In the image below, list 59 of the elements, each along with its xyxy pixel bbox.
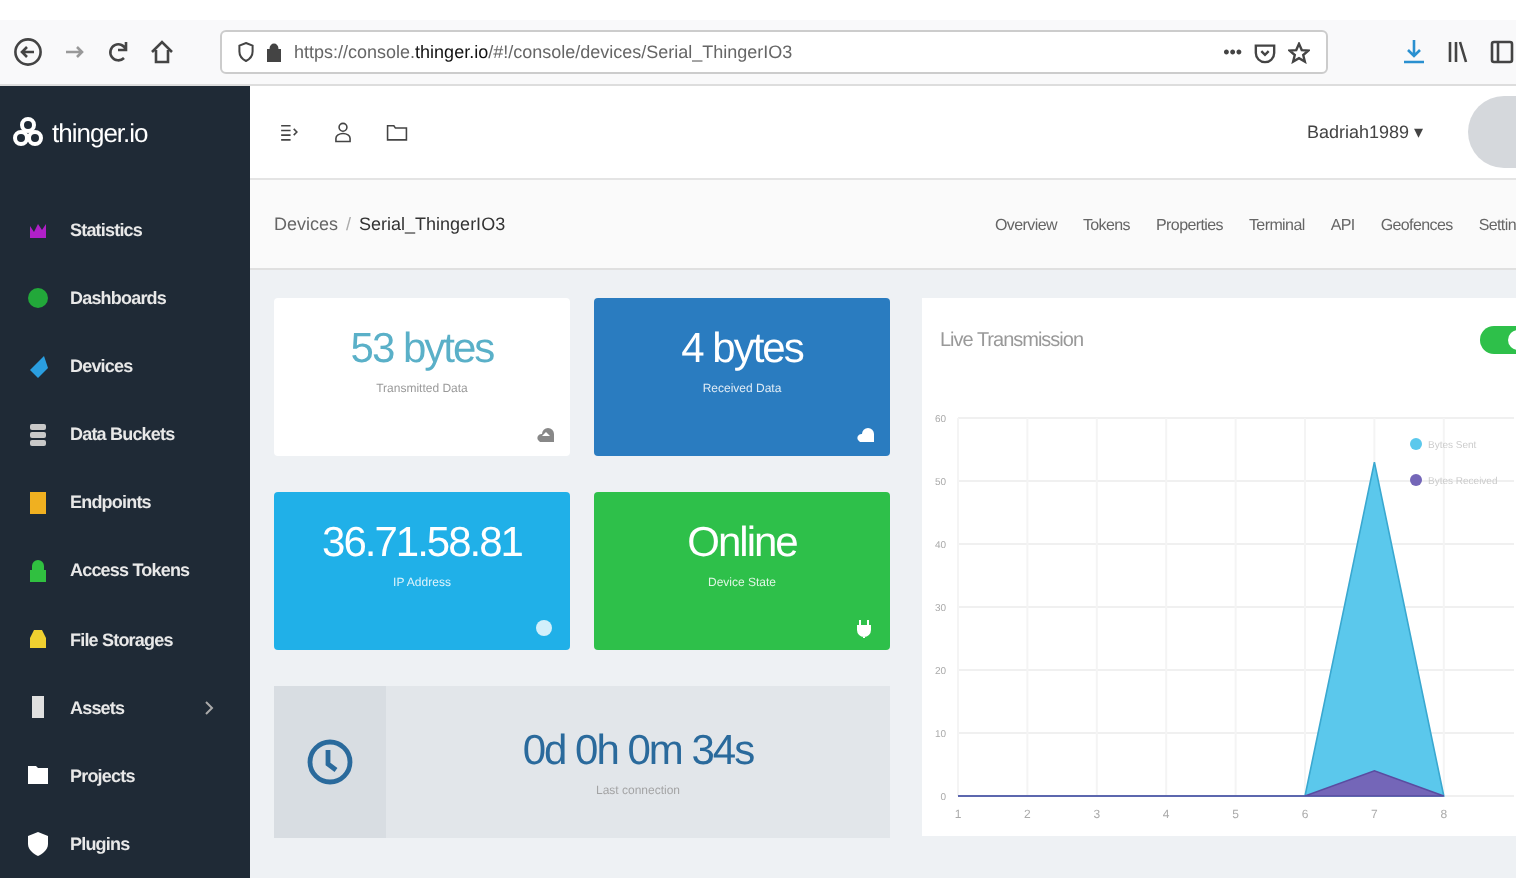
lock-icon <box>266 42 282 62</box>
star-icon[interactable] <box>1288 41 1311 63</box>
sidebar-item[interactable]: Plugins <box>0 809 250 878</box>
sidebar-label: Access Tokens <box>70 560 192 581</box>
sidebar-item[interactable]: Statistics <box>0 195 250 264</box>
user-menu[interactable]: Badriah1989 ▾ <box>1306 122 1424 142</box>
sidebar-label: Data Buckets <box>70 424 177 445</box>
sidebar-item[interactable]: Assets <box>0 673 250 742</box>
sidebar-item[interactable]: Dashboards <box>0 263 250 332</box>
sidebar-label: Statistics <box>70 219 145 240</box>
sidebar-label: Devices <box>70 356 135 377</box>
sidebar-item[interactable]: Endpoints <box>0 468 250 537</box>
sidebar-label: Dashboards <box>70 287 169 308</box>
sidebar-item[interactable]: Devices <box>0 331 250 401</box>
uptime-value: 0d 0h 0m 34s <box>522 727 754 775</box>
logo-icon <box>12 116 44 149</box>
reload-icon[interactable] <box>104 38 132 66</box>
sidebar-icon[interactable] <box>1488 38 1516 66</box>
sidebar-label: Assets <box>70 697 127 718</box>
tab[interactable]: Properties <box>1156 215 1223 233</box>
tab[interactable]: Overview <box>995 215 1057 233</box>
tab[interactable]: Settin <box>1478 215 1516 233</box>
more-button[interactable]: ••• <box>1223 42 1243 62</box>
home-icon[interactable] <box>148 38 176 66</box>
download-icon[interactable] <box>1400 38 1428 66</box>
stat-value: 36.71.58.81 <box>322 520 522 568</box>
legend-dot <box>1410 474 1422 486</box>
cloud-icon <box>854 424 874 444</box>
sidebar-item[interactable]: File Storages <box>0 604 250 674</box>
address-bar[interactable]: https://console.thinger.io/#!/console/devices/Serial_ThingerIO3 ••• <box>220 30 1329 74</box>
sidebar-label: File Storages <box>70 629 175 650</box>
shield-icon <box>238 42 254 62</box>
logo-text: thinger.io <box>52 117 148 148</box>
sidebar-label: Plugins <box>70 833 132 854</box>
sidebar-item[interactable]: Access Tokens <box>0 536 250 605</box>
stat-value: 53 bytes <box>350 326 494 374</box>
legend-dot <box>1410 438 1422 450</box>
plug-icon <box>854 618 874 638</box>
user-icon[interactable] <box>332 118 354 146</box>
breadcrumb-current: Serial_ThingerIO3 <box>359 214 506 234</box>
stat-value: 4 bytes <box>681 326 803 374</box>
breadcrumb-link[interactable]: Devices <box>274 214 339 234</box>
tab[interactable]: Geofences <box>1380 215 1453 233</box>
sidebar-label: Projects <box>70 765 137 786</box>
library-icon[interactable] <box>1444 38 1472 66</box>
stat-value: Online <box>687 520 797 568</box>
sidebar-item[interactable]: Projects <box>0 741 250 810</box>
clock-icon <box>306 736 354 788</box>
sidebar-label: Endpoints <box>70 492 153 513</box>
tab[interactable]: Terminal <box>1248 215 1305 233</box>
tab[interactable]: Tokens <box>1082 215 1131 233</box>
back-icon[interactable] <box>12 38 44 66</box>
breadcrumb-separator: / <box>346 214 352 234</box>
chart-title: Live Transmission <box>940 330 1084 352</box>
tab[interactable]: API <box>1330 215 1355 233</box>
cloud-upload-icon <box>534 424 554 444</box>
pocket-icon[interactable] <box>1254 41 1277 63</box>
url-text: https://console.thinger.io/#!/console/devices/Serial_ThingerIO3 <box>294 42 795 62</box>
sidebar-item[interactable]: Data Buckets <box>0 400 250 469</box>
